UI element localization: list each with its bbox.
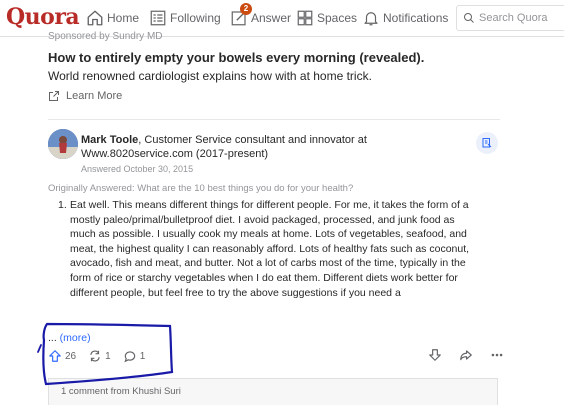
comment-button[interactable]: 1 bbox=[123, 349, 146, 363]
answer-actions: 26 1 1 bbox=[48, 348, 157, 364]
sponsored-label: Sponsored by Sundry MD bbox=[48, 31, 163, 42]
avatar-image bbox=[48, 129, 78, 159]
reshare-icon bbox=[90, 350, 100, 362]
learn-more-label: Learn More bbox=[66, 90, 123, 102]
nav-answer-label: Answer bbox=[251, 11, 292, 25]
author-credential: Mark Toole, Customer Service consultant … bbox=[81, 133, 401, 161]
upvote-count: 26 bbox=[65, 350, 77, 362]
comments-summary-text: 1 comment from Khushi Suri bbox=[61, 386, 181, 397]
nav-home-label: Home bbox=[107, 11, 140, 25]
share-button[interactable]: 1 bbox=[88, 349, 111, 363]
upvote-arrow-icon bbox=[49, 350, 61, 362]
nav-notifications[interactable]: Notifications bbox=[362, 0, 448, 36]
share-count: 1 bbox=[105, 350, 111, 362]
share-arrow-icon bbox=[460, 350, 472, 361]
quora-logo[interactable]: Quora bbox=[6, 4, 80, 30]
downvote-arrow-icon bbox=[429, 349, 441, 361]
secondary-actions bbox=[428, 348, 521, 362]
nav-notifications-label: Notifications bbox=[383, 11, 449, 25]
bookmark-icon bbox=[482, 138, 492, 148]
nav-following-label: Following bbox=[170, 11, 221, 25]
comment-count: 1 bbox=[139, 350, 146, 362]
spaces-icon bbox=[297, 10, 313, 26]
divider bbox=[48, 119, 500, 120]
ad-title[interactable]: How to entirely empty your bowels every … bbox=[48, 50, 424, 65]
ellipsis-icon bbox=[491, 353, 503, 357]
ad-subtitle: World renowned cardiologist explains how… bbox=[48, 69, 372, 83]
nav-spaces[interactable]: Spaces bbox=[296, 0, 357, 36]
more-link[interactable]: (more) bbox=[60, 332, 91, 344]
answer-body-text: Eat well. This means different things fo… bbox=[70, 199, 470, 299]
list-number: 1. bbox=[58, 199, 67, 211]
comment-bubble-icon bbox=[124, 351, 135, 363]
originally-answered[interactable]: Originally Answered: What are the 10 bes… bbox=[48, 183, 353, 194]
external-link-icon bbox=[49, 91, 59, 101]
share-arrow-button[interactable] bbox=[459, 348, 476, 362]
search-input[interactable]: Search Quora bbox=[456, 5, 564, 31]
following-icon bbox=[150, 10, 166, 26]
answer-count-badge: 2 bbox=[240, 3, 252, 15]
learn-more-link[interactable]: Learn More bbox=[48, 90, 122, 102]
answered-date[interactable]: Answered October 30, 2015 bbox=[81, 164, 193, 174]
downvote-button[interactable] bbox=[428, 348, 445, 362]
nav-answer[interactable]: 2 Answer bbox=[230, 0, 291, 36]
more-options-button[interactable] bbox=[490, 348, 507, 362]
upvote-button[interactable]: 26 bbox=[48, 349, 76, 363]
bell-icon bbox=[364, 12, 378, 26]
comments-summary[interactable]: 1 comment from Khushi Suri bbox=[48, 378, 498, 405]
more-row: ... (more) bbox=[48, 332, 91, 344]
ellipsis: ... bbox=[48, 332, 60, 344]
search-icon bbox=[464, 13, 474, 23]
author-name[interactable]: Mark Toole bbox=[81, 134, 138, 146]
answer-text: 1. Eat well. This means different things… bbox=[58, 198, 482, 300]
search-placeholder: Search Quora bbox=[479, 12, 548, 24]
nav-spaces-label: Spaces bbox=[317, 11, 358, 25]
bookmark-button[interactable] bbox=[476, 132, 498, 154]
home-icon bbox=[87, 10, 103, 26]
avatar[interactable] bbox=[48, 129, 78, 159]
